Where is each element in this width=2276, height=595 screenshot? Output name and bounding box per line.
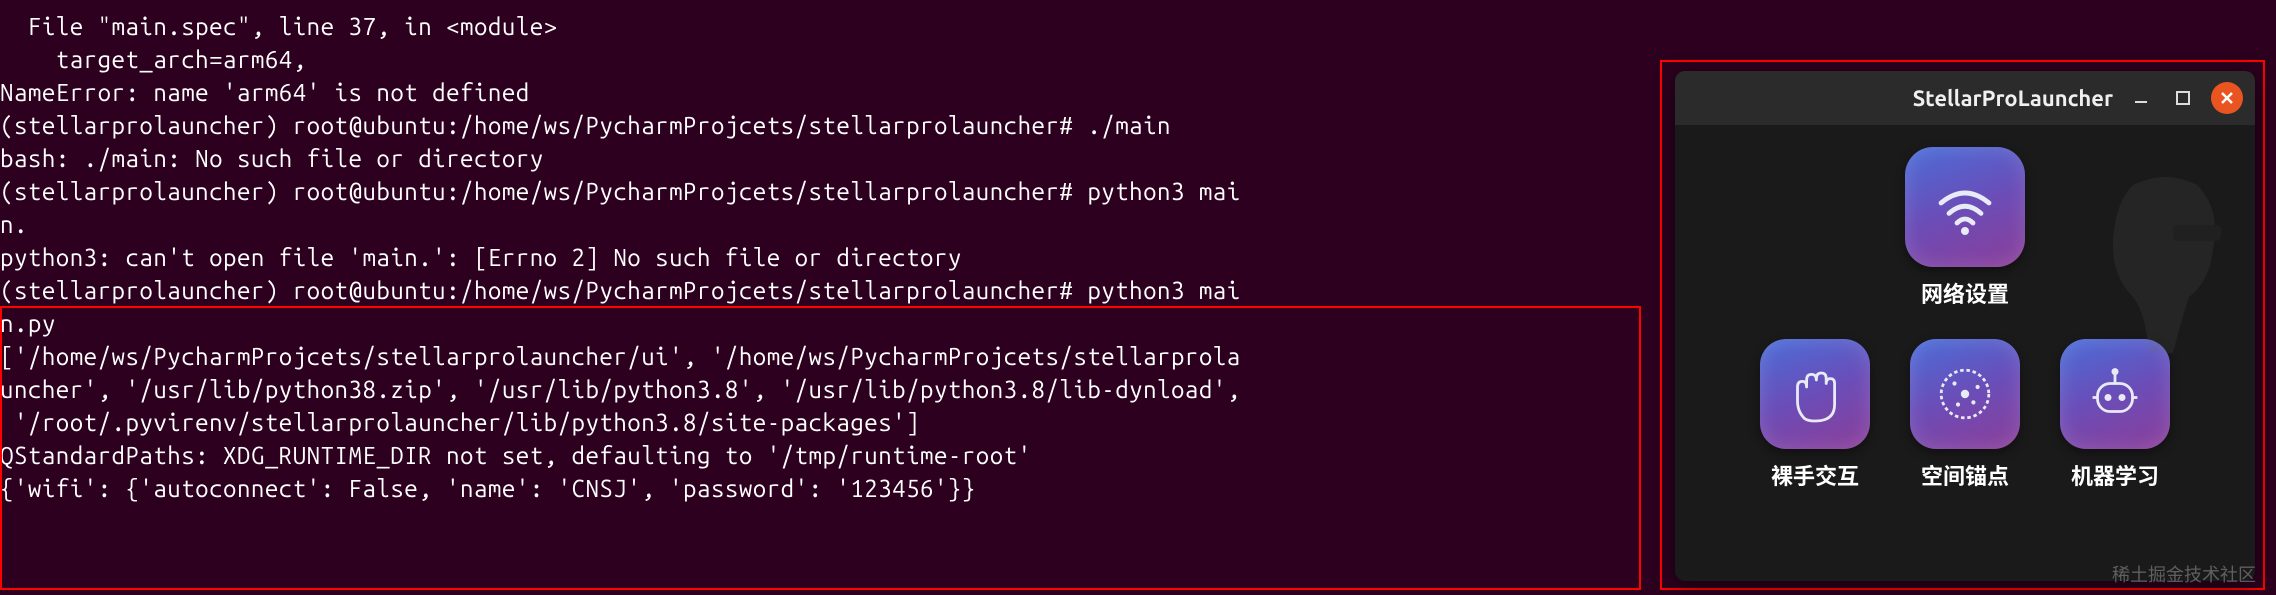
terminal-line: (stellarprolauncher) root@ubuntu:/home/w… — [0, 109, 1645, 142]
terminal-line: n. — [0, 208, 1645, 241]
tile-machine-learning[interactable]: 机器学习 — [2060, 339, 2170, 491]
terminal-line: (stellarprolauncher) root@ubuntu:/home/w… — [0, 274, 1645, 307]
terminal-line: uncher', '/usr/lib/python38.zip', '/usr/… — [0, 373, 1645, 406]
wifi-icon — [1905, 147, 2025, 267]
terminal-line: '/root/.pyvirenv/stellarprolauncher/lib/… — [0, 406, 1645, 439]
tile-label: 裸手交互 — [1771, 459, 1859, 491]
terminal-line: n.py — [0, 307, 1645, 340]
window-title: StellarProLauncher — [1913, 86, 2113, 111]
minimize-icon — [2133, 90, 2149, 106]
terminal-line: ['/home/ws/PycharmProjcets/stellarprolau… — [0, 340, 1645, 373]
tile-network-settings[interactable]: 网络设置 — [1905, 147, 2025, 309]
terminal-line: {'wifi': {'autoconnect': False, 'name': … — [0, 472, 1645, 505]
tile-spatial-anchor[interactable]: 空间锚点 — [1910, 339, 2020, 491]
terminal-line: (stellarprolauncher) root@ubuntu:/home/w… — [0, 175, 1645, 208]
tile-row-top: 网络设置 — [1695, 147, 2235, 309]
terminal-line: bash: ./main: No such file or directory — [0, 142, 1645, 175]
window-titlebar[interactable]: StellarProLauncher — [1675, 71, 2255, 125]
anchor-icon — [1910, 339, 2020, 449]
minimize-button[interactable] — [2127, 84, 2155, 112]
maximize-icon — [2176, 91, 2190, 105]
terminal-line: File "main.spec", line 37, in <module> — [0, 10, 1645, 43]
terminal-line: QStandardPaths: XDG_RUNTIME_DIR not set,… — [0, 439, 1645, 472]
tile-hand-interaction[interactable]: 裸手交互 — [1760, 339, 1870, 491]
terminal-line: target_arch=arm64, — [0, 43, 1645, 76]
tile-row-bottom: 裸手交互 空间锚点 机器学习 — [1695, 339, 2235, 491]
hand-icon — [1760, 339, 1870, 449]
tile-label: 网络设置 — [1921, 277, 2009, 309]
launcher-body: 网络设置 裸手交互 空间锚点 机器学习 — [1675, 125, 2255, 501]
watermark-text: 稀土掘金技术社区 — [2112, 561, 2256, 587]
tile-label: 空间锚点 — [1921, 459, 2009, 491]
terminal-pane[interactable]: File "main.spec", line 37, in <module> t… — [0, 0, 1645, 595]
close-icon — [2220, 91, 2234, 105]
terminal-line: python3: can't open file 'main.': [Errno… — [0, 241, 1645, 274]
terminal-line: NameError: name 'arm64' is not defined — [0, 76, 1645, 109]
robot-icon — [2060, 339, 2170, 449]
close-button[interactable] — [2211, 82, 2243, 114]
launcher-window: StellarProLauncher 网络设置 — [1675, 71, 2255, 581]
maximize-button[interactable] — [2169, 84, 2197, 112]
tile-label: 机器学习 — [2071, 459, 2159, 491]
